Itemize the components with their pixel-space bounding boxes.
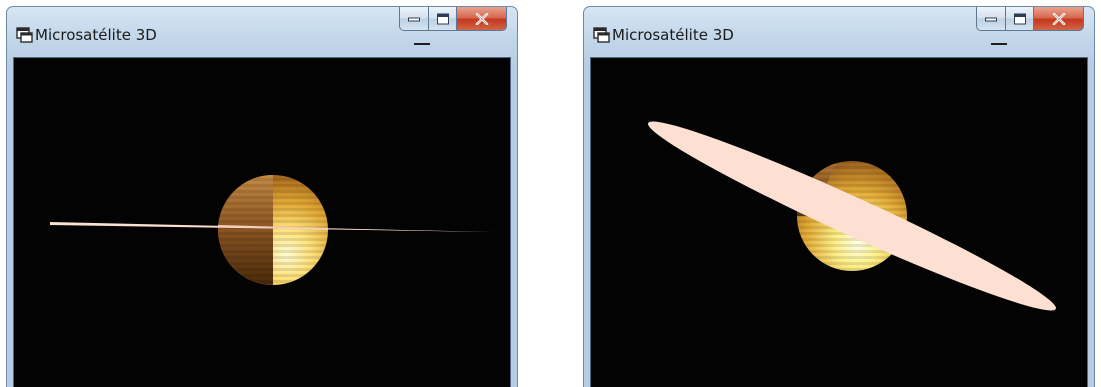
minimize-icon [985, 17, 997, 21]
window-left: Microsatélite 3D [6, 6, 518, 387]
maximize-button[interactable] [1006, 7, 1034, 31]
minimize-button[interactable] [399, 7, 429, 31]
maximize-button[interactable] [429, 7, 457, 31]
planet-sphere [218, 175, 328, 285]
window-icon[interactable] [16, 27, 33, 43]
opengl-viewport[interactable] [590, 57, 1088, 387]
planet-ring [648, 121, 1056, 311]
window-title: Microsatélite 3D [35, 26, 157, 44]
close-icon [475, 12, 488, 25]
minimize-button[interactable] [976, 7, 1006, 31]
title-bar[interactable]: Microsatélite 3D [7, 7, 517, 57]
caption-buttons [976, 7, 1084, 33]
focus-underline [991, 43, 1007, 45]
3d-scene [648, 121, 1056, 311]
minimize-icon [408, 17, 420, 21]
window-title: Microsatélite 3D [612, 26, 734, 44]
title-bar[interactable]: Microsatélite 3D [584, 7, 1094, 57]
window-right: Microsatélite 3D [583, 6, 1095, 387]
close-icon [1052, 12, 1065, 25]
focus-underline [414, 43, 430, 45]
maximize-icon [1013, 13, 1026, 24]
close-button[interactable] [1034, 7, 1084, 31]
window-icon[interactable] [593, 27, 610, 43]
maximize-icon [436, 13, 449, 24]
close-button[interactable] [457, 7, 507, 31]
opengl-viewport[interactable] [13, 57, 511, 387]
3d-scene [50, 175, 494, 285]
caption-buttons [399, 7, 507, 33]
